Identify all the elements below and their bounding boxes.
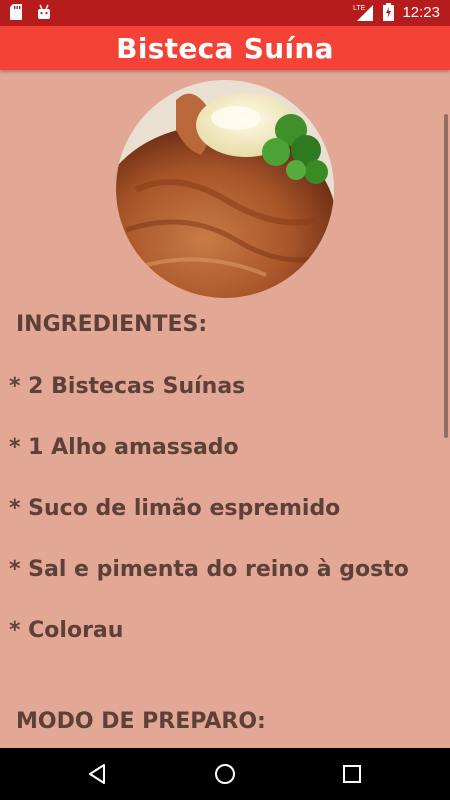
status-time: 12:23 xyxy=(402,3,440,21)
lte-signal-icon: LTE xyxy=(353,5,374,21)
sd-card-icon xyxy=(10,4,22,20)
status-bar-system: LTE 12:23 xyxy=(353,3,440,21)
app-bar: Bisteca Suína xyxy=(0,26,450,70)
recents-icon[interactable] xyxy=(340,762,364,786)
network-type-label: LTE xyxy=(353,5,366,12)
ingredient-item: * Colorau xyxy=(9,618,124,643)
page-title: Bisteca Suína xyxy=(116,32,334,65)
recipe-content[interactable]: INGREDIENTES: * 2 Bistecas Suínas * 1 Al… xyxy=(0,70,450,748)
ingredient-item: * Sal e pimenta do reino à gosto xyxy=(9,557,409,582)
home-icon[interactable] xyxy=(213,762,237,786)
back-icon[interactable] xyxy=(86,762,110,786)
scrollbar[interactable] xyxy=(444,114,448,438)
android-icon xyxy=(38,4,50,19)
method-heading: MODO DE PREPARO: xyxy=(16,709,266,734)
ingredients-heading: INGREDIENTES: xyxy=(16,312,208,337)
status-bar-notifications xyxy=(10,4,52,20)
status-bar: LTE 12:23 xyxy=(0,0,450,26)
navigation-bar xyxy=(0,748,450,800)
pork-chop-photo xyxy=(116,80,334,298)
ingredient-item: * Suco de limão espremido xyxy=(9,496,341,521)
ingredient-item: * 1 Alho amassado xyxy=(9,435,239,460)
ingredient-item: * 2 Bistecas Suínas xyxy=(9,374,246,399)
battery-charging-icon xyxy=(383,3,395,21)
